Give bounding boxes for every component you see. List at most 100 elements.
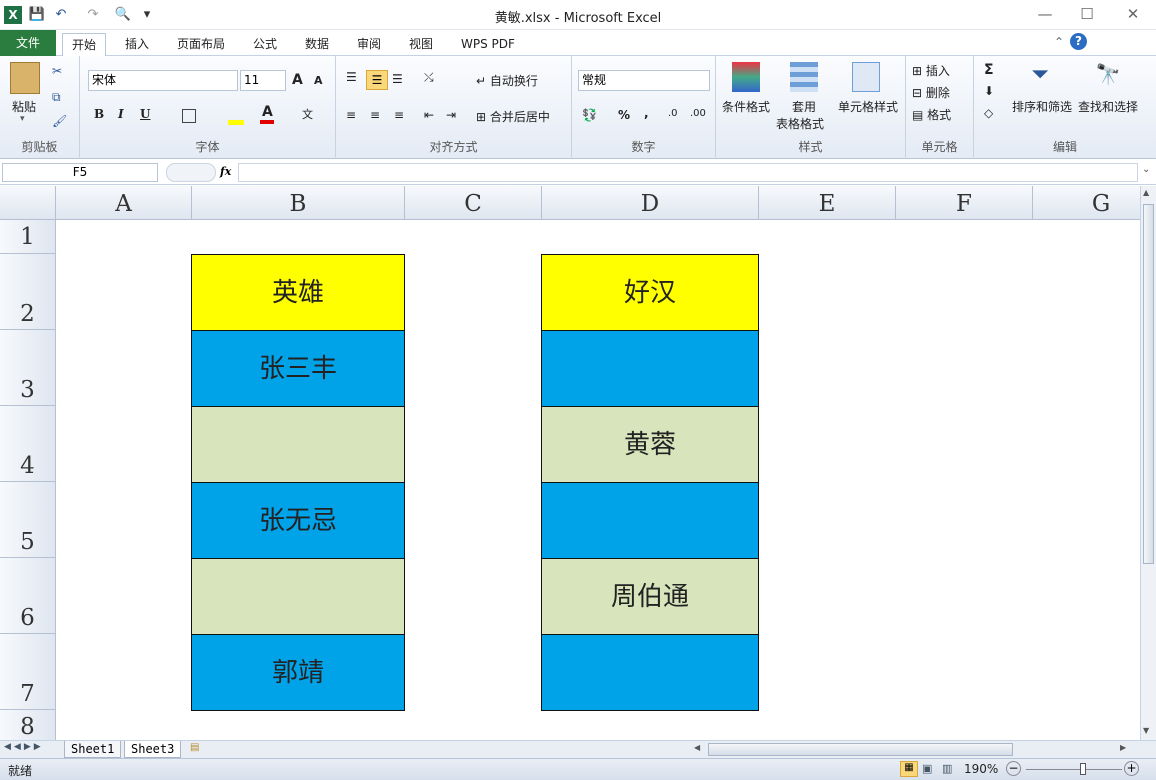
font-name-dropdown[interactable]: 宋体 <box>88 70 238 91</box>
cell-d2[interactable]: 好汉 <box>541 254 759 331</box>
tab-formulas[interactable]: 公式 <box>244 33 286 56</box>
find-select-icon[interactable]: 🔭 <box>1094 62 1122 92</box>
row-header-7[interactable]: 7 <box>0 634 56 710</box>
row-header-5[interactable]: 5 <box>0 482 56 558</box>
format-as-table-icon[interactable] <box>790 62 818 92</box>
zoom-level[interactable]: 190% <box>964 762 998 776</box>
minimize-button[interactable]: — <box>1030 4 1060 24</box>
cell-d5[interactable] <box>541 482 759 559</box>
scroll-left-icon[interactable]: ◀ <box>694 743 700 752</box>
row-header-1[interactable]: 1 <box>0 220 56 254</box>
maximize-button[interactable]: ☐ <box>1072 4 1102 24</box>
sheet-nav-icon[interactable]: ◀◀▶▶ <box>4 742 44 752</box>
cell-d4[interactable]: 黄蓉 <box>541 406 759 483</box>
tab-wps-pdf[interactable]: WPS PDF <box>452 33 524 56</box>
shrink-font-button[interactable]: A <box>314 74 323 87</box>
sheet-tab-sheet3[interactable]: Sheet3 <box>124 741 182 758</box>
tab-review[interactable]: 审阅 <box>348 33 390 56</box>
column-header-g[interactable]: G <box>1033 186 1140 220</box>
insert-cells-button[interactable]: ⊞ 插入 <box>912 62 950 79</box>
align-center-icon[interactable]: ≡ <box>370 108 380 122</box>
tab-home[interactable]: 开始 <box>62 33 107 56</box>
page-layout-view-icon[interactable]: ▣ <box>922 762 932 775</box>
tab-insert[interactable]: 插入 <box>116 33 158 56</box>
font-color-icon[interactable]: A <box>262 104 273 120</box>
sheet-tab-sheet1[interactable]: Sheet1 <box>64 741 122 758</box>
fill-color-icon[interactable] <box>228 120 244 125</box>
format-cells-button[interactable]: ▤ 格式 <box>912 106 951 123</box>
help-icon[interactable]: ? <box>1070 33 1087 50</box>
format-table-label1[interactable]: 套用 <box>792 98 816 115</box>
tab-file[interactable]: 文件 <box>0 30 56 56</box>
format-painter-icon[interactable]: 🖌 <box>52 114 67 128</box>
paste-icon[interactable] <box>10 62 40 94</box>
normal-view-icon[interactable]: ▦ <box>900 761 918 777</box>
font-size-dropdown[interactable]: 11 <box>240 70 286 91</box>
cell-b6[interactable] <box>191 558 405 635</box>
insert-function-icon[interactable]: fx <box>220 165 231 178</box>
percent-button[interactable]: % <box>618 108 630 122</box>
cell-d6[interactable]: 周伯通 <box>541 558 759 635</box>
cell-d3[interactable] <box>541 330 759 407</box>
fill-icon[interactable]: ⬇ <box>984 84 994 98</box>
scroll-up-icon[interactable]: ▲ <box>1143 188 1149 197</box>
sort-filter-button[interactable]: 排序和筛选 <box>1012 98 1072 115</box>
autosum-icon[interactable]: Σ <box>984 62 994 78</box>
cut-icon[interactable]: ✂ <box>52 64 62 78</box>
column-header-f[interactable]: F <box>896 186 1033 220</box>
row-header-8[interactable]: 8 <box>0 710 56 740</box>
italic-button[interactable]: I <box>118 107 124 121</box>
cell-b5[interactable]: 张无忌 <box>191 482 405 559</box>
vertical-scrollbar[interactable]: ▲ ▼ <box>1140 186 1156 740</box>
name-box[interactable]: F5 <box>2 163 158 182</box>
align-top-icon[interactable]: ☰ <box>346 70 357 84</box>
row-header-6[interactable]: 6 <box>0 558 56 634</box>
comma-button[interactable]: , <box>644 106 649 120</box>
column-header-c[interactable]: C <box>405 186 542 220</box>
formula-bar-handle[interactable] <box>166 163 216 182</box>
conditional-format-icon[interactable] <box>732 62 760 92</box>
align-right-icon[interactable]: ≡ <box>394 108 404 122</box>
find-select-button[interactable]: 查找和选择 <box>1078 98 1138 115</box>
conditional-format-button[interactable]: 条件格式 <box>722 98 770 115</box>
tab-page-layout[interactable]: 页面布局 <box>168 33 234 56</box>
cell-styles-icon[interactable] <box>852 62 880 92</box>
cell-b2[interactable]: 英雄 <box>191 254 405 331</box>
column-header-a[interactable]: A <box>56 186 192 220</box>
scroll-thumb[interactable] <box>1143 204 1154 564</box>
grow-font-button[interactable]: A <box>292 72 303 88</box>
scroll-down-icon[interactable]: ▼ <box>1143 726 1149 735</box>
zoom-slider-thumb[interactable] <box>1080 763 1086 775</box>
zoom-out-button[interactable]: − <box>1006 761 1021 776</box>
worksheet-grid[interactable]: A B C D E F G 1 2 3 4 5 6 7 8 英雄 张三丰 张无忌… <box>0 186 1140 740</box>
borders-icon[interactable] <box>182 109 196 123</box>
copy-icon[interactable]: ⧉ <box>52 90 61 105</box>
horizontal-scroll-thumb[interactable] <box>708 743 1013 756</box>
column-header-d[interactable]: D <box>542 186 759 220</box>
cell-d7[interactable] <box>541 634 759 711</box>
phonetic-icon[interactable]: 文 <box>302 106 313 122</box>
select-all-corner[interactable] <box>0 186 56 220</box>
scroll-right-icon[interactable]: ▶ <box>1120 743 1126 752</box>
row-header-4[interactable]: 4 <box>0 406 56 482</box>
page-break-view-icon[interactable]: ▥ <box>942 762 952 775</box>
new-sheet-icon[interactable]: ▤ <box>190 742 199 753</box>
ribbon-collapse-icon[interactable]: ⌃ <box>1054 35 1064 49</box>
cell-styles-button[interactable]: 单元格样式 <box>838 98 898 115</box>
align-bottom-icon[interactable]: ☰ <box>392 72 403 86</box>
column-header-b[interactable]: B <box>192 186 405 220</box>
increase-indent-icon[interactable]: ⇥ <box>446 108 456 122</box>
number-format-dropdown[interactable]: 常规 <box>578 70 710 91</box>
zoom-slider-track[interactable] <box>1026 769 1122 770</box>
merge-center-button[interactable]: ⊞ 合并后居中 <box>476 108 550 125</box>
formula-input[interactable] <box>238 163 1138 182</box>
tab-view[interactable]: 视图 <box>400 33 442 56</box>
cell-b4[interactable] <box>191 406 405 483</box>
paste-button[interactable]: 粘贴 <box>12 98 36 115</box>
row-header-3[interactable]: 3 <box>0 330 56 406</box>
row-header-2[interactable]: 2 <box>0 254 56 330</box>
zoom-in-button[interactable]: + <box>1124 761 1139 776</box>
column-header-e[interactable]: E <box>759 186 896 220</box>
accounting-format-icon[interactable]: 💱 <box>582 108 597 122</box>
tab-data[interactable]: 数据 <box>296 33 338 56</box>
